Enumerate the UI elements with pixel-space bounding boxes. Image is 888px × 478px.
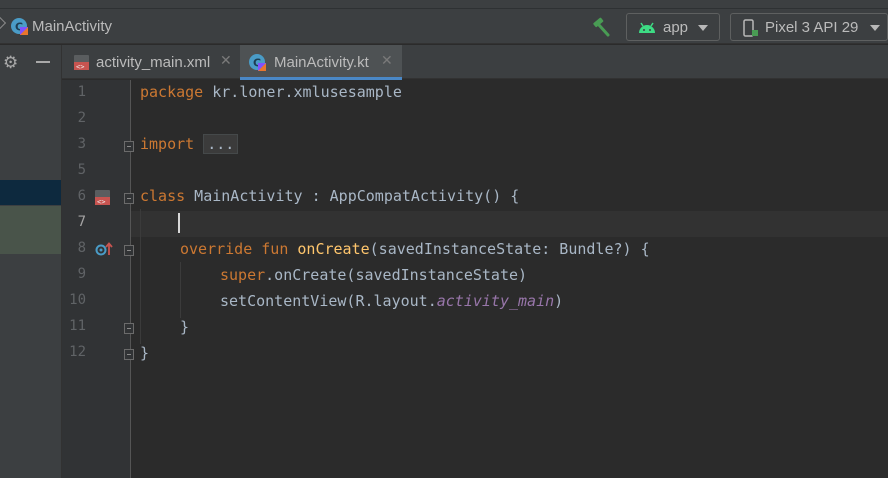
device-label: Pixel 3 API 29	[765, 19, 859, 36]
line-number[interactable]: 11	[62, 318, 86, 334]
breadcrumb-title[interactable]: MainActivity	[32, 18, 112, 35]
layout-field: activity_main	[436, 292, 555, 310]
class-declaration: MainActivity : AppCompatActivity() {	[185, 187, 520, 205]
super-call: .onCreate(savedInstanceState)	[265, 266, 528, 284]
title-strip	[0, 0, 888, 9]
run-configuration-dropdown[interactable]: app	[626, 13, 720, 41]
code-line-9[interactable]: super.onCreate(savedInstanceState)	[220, 266, 527, 284]
svg-text:<>: <>	[97, 198, 105, 206]
kotlin-class-icon: C	[249, 54, 266, 71]
tab-activity-main-xml[interactable]: <> activity_main.xml ✕	[64, 45, 238, 79]
code-line-11[interactable]: }	[180, 318, 189, 336]
tab-label: MainActivity.kt	[274, 54, 369, 71]
folded-imports[interactable]: ...	[203, 134, 239, 154]
closing-brace: }	[180, 318, 190, 336]
indent-guide	[140, 209, 141, 344]
indent-guide	[180, 262, 181, 318]
chevron-down-icon	[870, 25, 880, 31]
tab-label: activity_main.xml	[96, 54, 211, 71]
chevron-down-icon	[698, 25, 708, 31]
code-line-12[interactable]: }	[140, 344, 149, 362]
device-dropdown[interactable]: Pixel 3 API 29	[730, 13, 888, 41]
close-icon[interactable]: ✕	[220, 53, 232, 69]
fold-toggle-icon[interactable]	[124, 245, 134, 256]
android-icon	[639, 22, 655, 33]
tab-mainactivity-kt[interactable]: C MainActivity.kt ✕	[240, 45, 402, 80]
text-cursor	[178, 213, 180, 233]
kotlin-class-icon: C	[11, 18, 28, 35]
line-number[interactable]: 8	[62, 240, 86, 256]
code-line-1[interactable]: package kr.loner.xmlusesample	[140, 83, 402, 101]
svg-text:<>: <>	[76, 63, 84, 71]
project-tree-highlight-row[interactable]	[0, 206, 61, 254]
function-name: onCreate	[297, 240, 370, 258]
code-line-10[interactable]: setContentView(R.layout.activity_main)	[220, 292, 563, 310]
code-line-6[interactable]: class MainActivity : AppCompatActivity()…	[140, 187, 519, 205]
line-number[interactable]: 9	[62, 266, 86, 282]
current-line-highlight	[131, 211, 888, 237]
build-hammer-icon[interactable]	[590, 16, 612, 38]
xml-layout-icon: <>	[74, 55, 89, 71]
package-name: kr.loner.xmlusesample	[203, 83, 402, 101]
overrides-method-icon[interactable]	[95, 241, 113, 257]
keyword-class: class	[140, 187, 186, 205]
line-number[interactable]: 1	[62, 84, 86, 100]
line-number[interactable]: 10	[62, 292, 86, 308]
keyword-fun: fun	[261, 240, 289, 258]
set-content-view-call: setContentView(R.layout.	[220, 292, 437, 310]
line-number[interactable]: 12	[62, 344, 86, 360]
fold-toggle-icon[interactable]	[124, 323, 134, 334]
run-configuration-label: app	[663, 19, 689, 36]
gutter-divider	[130, 80, 131, 478]
closing-paren: )	[554, 292, 564, 310]
code-line-3[interactable]: import ...	[140, 134, 239, 154]
code-line-8[interactable]: override fun onCreate(savedInstanceState…	[180, 240, 650, 258]
line-number[interactable]: 2	[62, 110, 86, 126]
line-number[interactable]: 6	[62, 188, 86, 204]
line-number[interactable]: 7	[62, 214, 86, 230]
function-params: (savedInstanceState: Bundle?) {	[369, 240, 650, 258]
close-icon[interactable]: ✕	[381, 53, 393, 69]
gear-icon[interactable]: ⚙	[3, 53, 18, 73]
keyword-package: package	[140, 83, 204, 101]
active-tab-indicator	[240, 77, 402, 80]
fold-toggle-icon[interactable]	[124, 193, 134, 204]
device-phone-icon	[743, 19, 758, 37]
line-number[interactable]: 5	[62, 162, 86, 178]
project-panel[interactable]	[0, 45, 62, 478]
collapse-minus-icon[interactable]	[36, 61, 50, 63]
keyword-import: import	[140, 135, 195, 153]
project-tree-selected-row[interactable]	[0, 180, 61, 205]
closing-brace: }	[140, 344, 150, 362]
keyword-override: override	[180, 240, 253, 258]
line-number[interactable]: 3	[62, 136, 86, 152]
layout-preview-icon[interactable]: <>	[93, 187, 113, 207]
fold-toggle-icon[interactable]	[124, 349, 134, 360]
fold-toggle-icon[interactable]	[124, 141, 134, 152]
keyword-super: super	[220, 266, 266, 284]
